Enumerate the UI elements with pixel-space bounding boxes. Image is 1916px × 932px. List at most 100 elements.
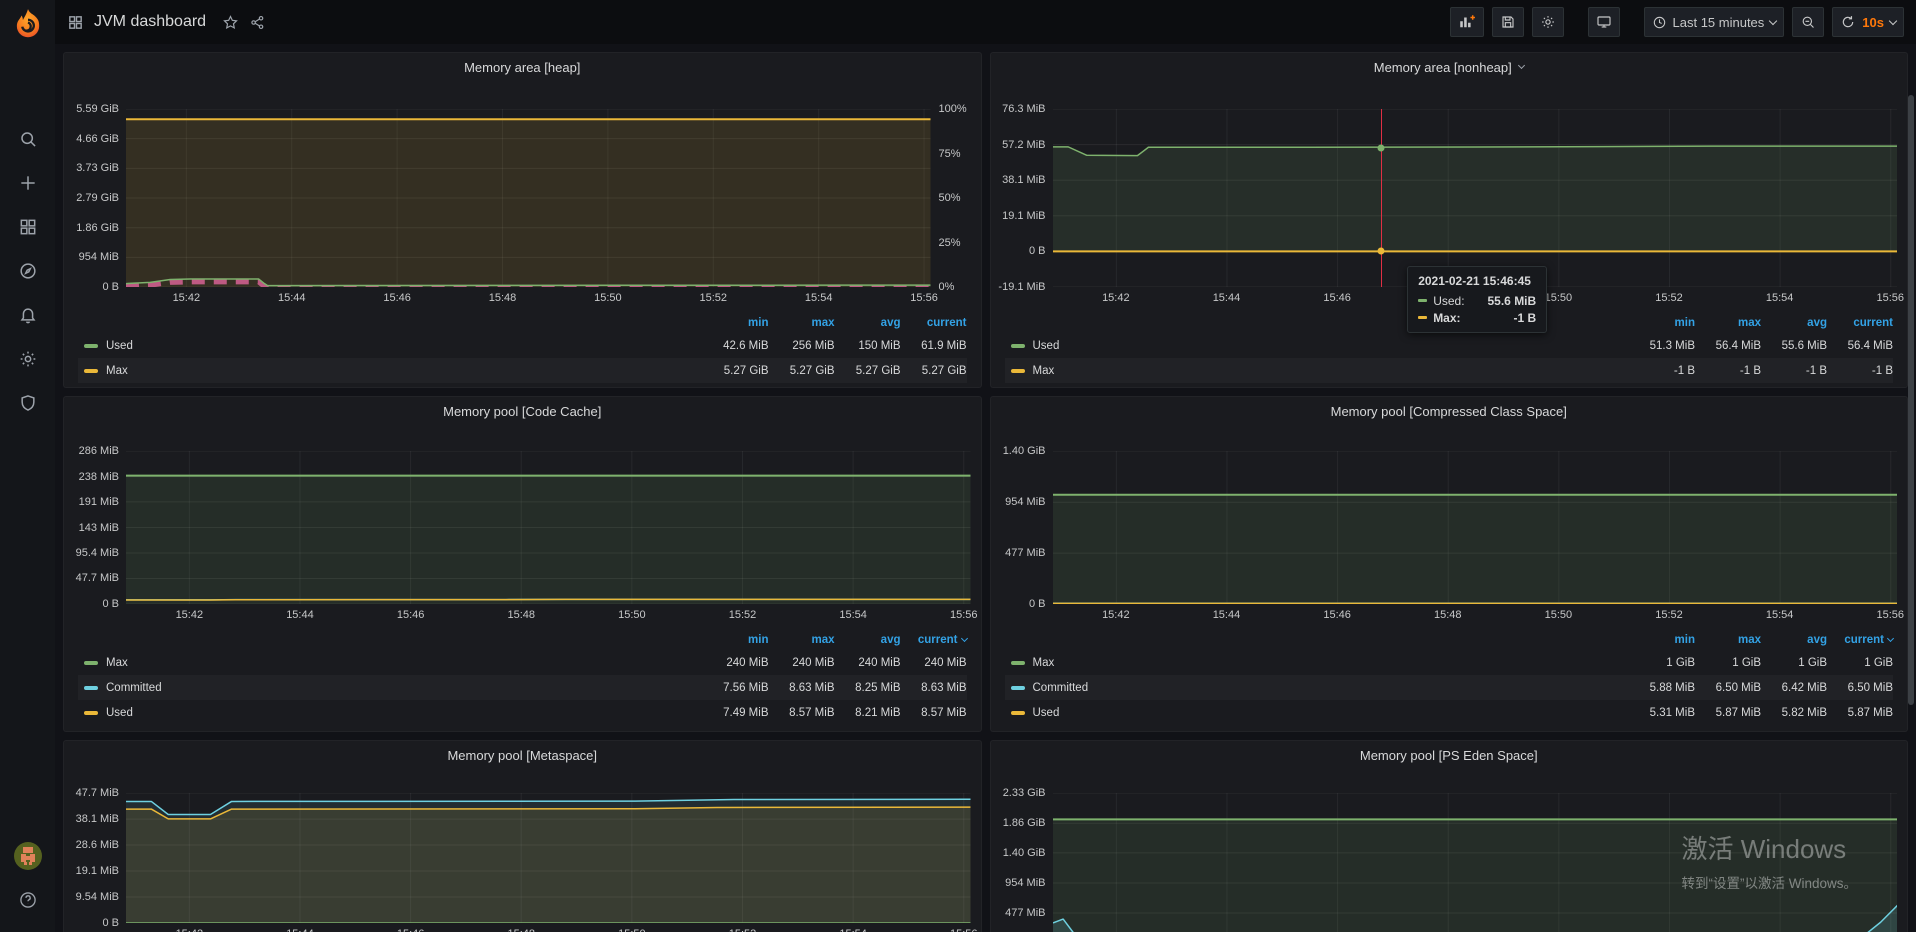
legend-row: Used 51.3 MiB56.4 MiB55.6 MiB56.4 MiB — [1005, 333, 1894, 358]
refresh-picker[interactable]: 10s — [1832, 7, 1904, 37]
legend-series-label[interactable]: Used — [106, 707, 133, 719]
plot-area[interactable]: 15:4215:4415:4615:4815:5015:5215:5415:56 — [126, 793, 971, 923]
dashboard-settings-button[interactable] — [1532, 7, 1564, 37]
plot-area[interactable]: 15:4215:4415:4615:4815:5015:5215:5415:56 — [1053, 451, 1898, 604]
apps-grid-icon — [67, 14, 84, 31]
chart-canvas — [126, 793, 971, 923]
legend-swatch[interactable] — [84, 661, 98, 665]
user-avatar[interactable] — [0, 834, 55, 878]
x-axis-label: 15:42 — [1102, 292, 1130, 304]
legend-swatch[interactable] — [1011, 711, 1025, 715]
legend-series-label[interactable]: Max — [106, 657, 128, 669]
refresh-icon — [1840, 14, 1856, 30]
panel-title[interactable]: Memory area [nonheap] — [1374, 60, 1512, 75]
chart-area: 76.3 MiB57.2 MiB38.1 MiB19.1 MiB0 B-19.1… — [991, 81, 1908, 287]
panel-header[interactable]: Memory pool [Code Cache] — [64, 397, 981, 425]
plot-area[interactable]: 15:4215:4415:4615:4815:5015:5215:5415:56 — [126, 451, 971, 604]
legend-sort-max[interactable]: max — [769, 634, 835, 646]
legend-sort-min[interactable]: min — [1629, 317, 1695, 329]
zoom-out-button[interactable] — [1792, 7, 1824, 37]
legend-sort-current[interactable]: current — [1827, 634, 1893, 646]
explore-button[interactable] — [0, 249, 55, 293]
page-scrollbar[interactable] — [1908, 95, 1914, 705]
plot-area[interactable]: 15:4215:4415:4615:4815:5015:5215:5415:56… — [1053, 109, 1898, 287]
server-admin-button[interactable] — [0, 381, 55, 425]
legend-sort-avg[interactable]: avg — [835, 634, 901, 646]
y-axis-label: 0 B — [1029, 598, 1046, 610]
legend-value: 5.87 MiB — [1695, 707, 1761, 719]
legend-swatch[interactable] — [1011, 686, 1025, 690]
panel-header[interactable]: Memory pool [PS Eden Space] — [991, 741, 1908, 769]
plot-area[interactable]: 15:4215:4415:4615:4815:5015:5215:5415:56 — [1053, 793, 1898, 932]
legend-value: -1 B — [1695, 365, 1761, 377]
panel-title[interactable]: Memory pool [Code Cache] — [443, 404, 601, 419]
alerting-button[interactable] — [0, 293, 55, 337]
y-axis-label: 0 B — [102, 281, 119, 293]
legend-row: Used 42.6 MiB256 MiB150 MiB61.9 MiB — [78, 333, 967, 358]
time-range-picker[interactable]: Last 15 minutes — [1644, 7, 1785, 37]
legend-sort-min[interactable]: min — [703, 634, 769, 646]
legend-sort-current[interactable]: current — [901, 317, 967, 329]
y-axis: 5.59 GiB4.66 GiB3.73 GiB2.79 GiB1.86 GiB… — [70, 109, 126, 287]
legend-sort-avg[interactable]: avg — [1761, 317, 1827, 329]
panel-header[interactable]: Memory pool [Compressed Class Space] — [991, 397, 1908, 425]
x-axis-label: 15:56 — [1876, 609, 1904, 621]
chart-area: 47.7 MiB38.1 MiB28.6 MiB19.1 MiB9.54 MiB… — [64, 769, 981, 923]
y-axis-label: 954 MiB — [79, 251, 119, 263]
panel-title[interactable]: Memory pool [PS Eden Space] — [1360, 748, 1538, 763]
add-panel-button[interactable] — [1450, 7, 1484, 37]
legend-series-label[interactable]: Max — [106, 365, 128, 377]
cycle-view-mode-button[interactable] — [1588, 7, 1620, 37]
legend-series-label[interactable]: Used — [1033, 340, 1060, 352]
search-button[interactable] — [0, 117, 55, 161]
legend-sort-current[interactable]: current — [901, 634, 967, 646]
legend-swatch[interactable] — [84, 711, 98, 715]
dashboard-title[interactable]: JVM dashboard — [94, 13, 206, 31]
legend-value: 5.27 GiB — [703, 365, 769, 377]
configuration-button[interactable] — [0, 337, 55, 381]
legend-series-label[interactable]: Used — [106, 340, 133, 352]
share-icon[interactable] — [249, 14, 266, 31]
panel-title[interactable]: Memory area [heap] — [464, 60, 580, 75]
y-axis-label: 76.3 MiB — [1002, 103, 1045, 115]
x-axis-label: 15:44 — [1213, 609, 1241, 621]
dashboards-button[interactable] — [0, 205, 55, 249]
legend-sort-avg[interactable]: avg — [835, 317, 901, 329]
legend-sort-max[interactable]: max — [769, 317, 835, 329]
panel-header[interactable]: Memory area [nonheap] — [991, 53, 1908, 81]
legend-swatch[interactable] — [1011, 344, 1025, 348]
legend-sort-min[interactable]: min — [1629, 634, 1695, 646]
legend-series-label[interactable]: Committed — [1033, 682, 1089, 694]
legend-swatch[interactable] — [84, 686, 98, 690]
x-axis-label: 15:56 — [950, 928, 978, 932]
dashboard-panels: Memory area [heap] 5.59 GiB4.66 GiB3.73 … — [55, 44, 1916, 932]
legend-value: 7.49 MiB — [703, 707, 769, 719]
legend-swatch[interactable] — [1011, 661, 1025, 665]
gear-icon — [18, 349, 38, 369]
create-button[interactable] — [0, 161, 55, 205]
panel-title[interactable]: Memory pool [Metaspace] — [447, 748, 597, 763]
legend-sort-avg[interactable]: avg — [1761, 634, 1827, 646]
legend-series-label[interactable]: Max — [1033, 365, 1055, 377]
legend-series-label[interactable]: Max — [1033, 657, 1055, 669]
legend-sort-max[interactable]: max — [1695, 317, 1761, 329]
legend-swatch[interactable] — [84, 369, 98, 373]
star-icon[interactable] — [222, 14, 239, 31]
grafana-logo[interactable] — [11, 7, 45, 41]
panel-header[interactable]: Memory area [heap] — [64, 53, 981, 81]
legend-series-label[interactable]: Used — [1033, 707, 1060, 719]
legend-sort-min[interactable]: min — [703, 317, 769, 329]
save-dashboard-button[interactable] — [1492, 7, 1524, 37]
legend-sort-max[interactable]: max — [1695, 634, 1761, 646]
x-axis-label: 15:46 — [383, 292, 411, 304]
y-axis-label: 4.66 GiB — [76, 133, 119, 145]
legend-sort-current[interactable]: current — [1827, 317, 1893, 329]
help-button[interactable] — [0, 878, 55, 922]
legend-swatch[interactable] — [1011, 369, 1025, 373]
y-axis-label: 38.1 MiB — [76, 813, 119, 825]
legend-series-label[interactable]: Committed — [106, 682, 162, 694]
panel-title[interactable]: Memory pool [Compressed Class Space] — [1331, 404, 1567, 419]
plot-area[interactable]: 15:4215:4415:4615:4815:5015:5215:5415:56 — [126, 109, 931, 287]
legend-swatch[interactable] — [84, 344, 98, 348]
panel-header[interactable]: Memory pool [Metaspace] — [64, 741, 981, 769]
